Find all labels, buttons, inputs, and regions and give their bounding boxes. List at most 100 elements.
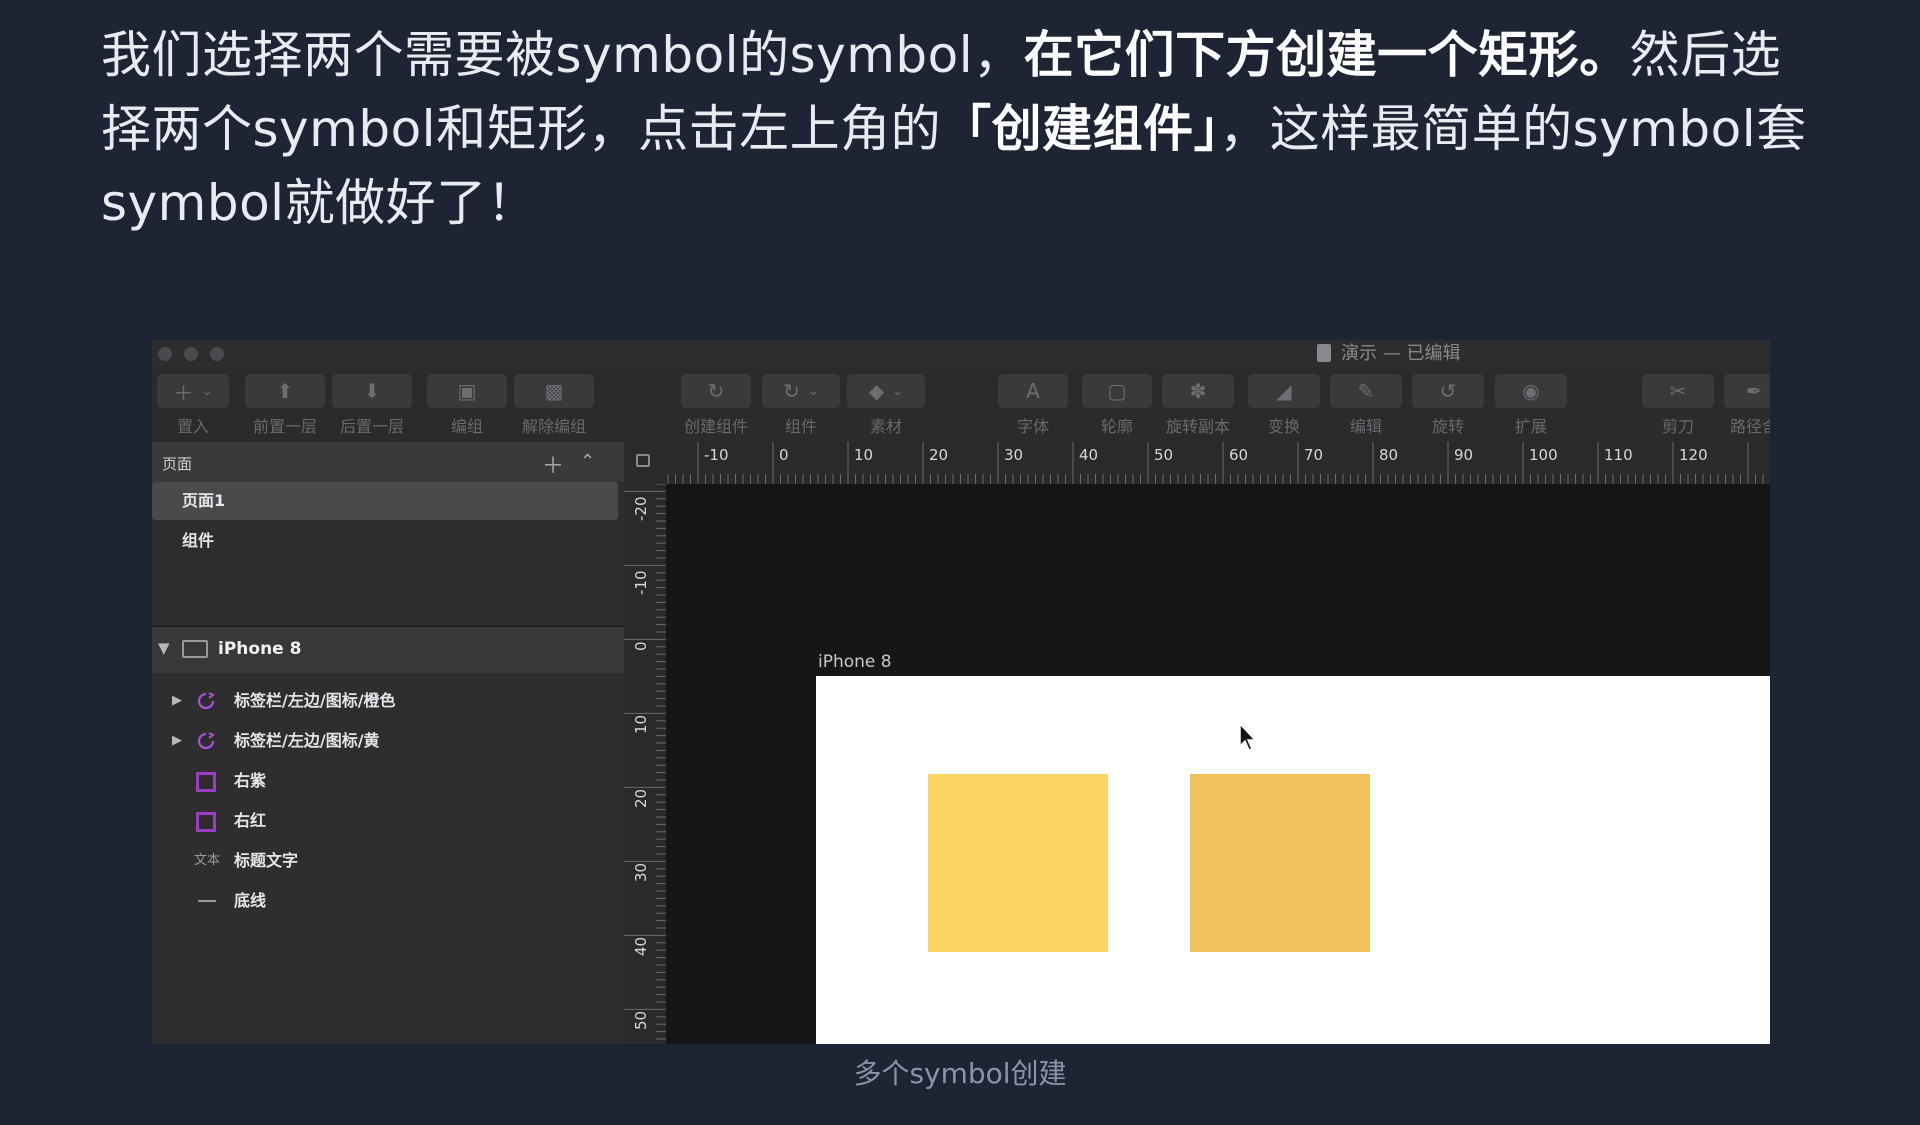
ruler-label: -10: [632, 571, 650, 596]
layer-symbol-orange[interactable]: ▶ 标签栏/左边/图标/橙色: [152, 682, 624, 720]
article-text-bold-1: 在它们下方创建一个矩形。: [1023, 26, 1630, 84]
toolbar-flatten-button[interactable]: ◉ 扩展: [1495, 374, 1567, 437]
toolbar-outline-button[interactable]: ▢ 轮廓: [1082, 374, 1152, 437]
page-item-1[interactable]: 页面1: [152, 482, 618, 520]
vertical-ruler: -20 -10 0 10 20 30 40 50: [624, 484, 667, 1044]
toolbar-plus-button[interactable]: ＋ ⌄ 置入: [157, 374, 229, 437]
minimize-window-button[interactable]: [184, 347, 198, 361]
layer-shape-purple[interactable]: 右紫: [152, 762, 624, 800]
chevron-down-icon[interactable]: ⌄: [202, 384, 213, 399]
toolbar-label: 旋转副本: [1165, 417, 1230, 436]
toolbar-transform-button[interactable]: ◢ 变换: [1248, 374, 1320, 437]
toolbar-button-face[interactable]: ◢: [1248, 374, 1320, 408]
artboard[interactable]: [816, 676, 1770, 1044]
ruler-label: -20: [632, 497, 650, 522]
toolbar-rotate-button[interactable]: ↺ 旋转: [1412, 374, 1484, 437]
toolbar-button-face[interactable]: ◉: [1495, 374, 1567, 408]
toolbar-rotate-copies-button[interactable]: ✽ 旋转副本: [1162, 374, 1234, 437]
disclosure-closed-icon[interactable]: ▶: [172, 722, 182, 760]
chevron-down-icon[interactable]: ⌄: [808, 384, 819, 399]
canvas[interactable]: iPhone 8: [666, 484, 1770, 1044]
ruler-label: 0: [632, 641, 650, 651]
rotate-icon: ↺: [1439, 379, 1457, 403]
layer-label: 标题文字: [234, 851, 299, 870]
ruler-label: 30: [1004, 446, 1023, 464]
toolbar-button-face[interactable]: ✒: [1724, 374, 1770, 408]
toolbar-label: 前置一层: [252, 417, 317, 436]
ruler-label: 40: [1079, 446, 1098, 464]
layer-artboard-iphone8[interactable]: ▼ iPhone 8: [152, 627, 624, 673]
toolbar-button-face[interactable]: ◆ ⌄: [847, 374, 925, 408]
toolbar-layers-button[interactable]: ◆ ⌄ 素材: [847, 374, 925, 437]
toolbar-scissors-button[interactable]: ✂ 剪刀: [1642, 374, 1714, 437]
toolbar-button-face[interactable]: ✂: [1642, 374, 1714, 408]
toolbar-button-face[interactable]: A: [998, 374, 1068, 408]
artboard-title[interactable]: iPhone 8: [818, 652, 892, 672]
toolbar-ungroup-button[interactable]: ▩ 解除编组: [514, 374, 594, 437]
close-window-button[interactable]: [158, 347, 172, 361]
toolbar-button-face[interactable]: ↺: [1412, 374, 1484, 408]
toolbar-path-button[interactable]: ✒ 路径含: [1724, 374, 1770, 437]
layer-line-bottom[interactable]: 底线: [152, 882, 624, 920]
ruler-label: 10: [854, 446, 873, 464]
disclosure-open-icon[interactable]: ▼: [158, 639, 170, 657]
toolbar-label: 置入: [176, 417, 209, 436]
toolbar-symbols-button[interactable]: ↻ ⌄ 组件: [762, 374, 840, 437]
toolbar-button-face[interactable]: ✽: [1162, 374, 1234, 408]
toolbar: ＋ ⌄ 置入 ⬆ 前置一层 ⬇ 后置一层 ▣ 编组 ▩ 解除编组 ↻ 创建组件 ↻ ⌄ 组件 ◆ ⌄ 素材 A 字体 ▢ 轮…: [152, 374, 1770, 436]
flatten-icon: ◉: [1522, 379, 1540, 403]
symbol-icon: [197, 692, 215, 710]
figure-caption: 多个symbol创建: [853, 1057, 1067, 1090]
toolbar-button-face[interactable]: ▢: [1082, 374, 1152, 408]
toolbar-button-face[interactable]: ↻ ⌄: [762, 374, 840, 408]
ruler-label: -10: [704, 446, 729, 464]
toolbar-bring-forward-button[interactable]: ⬆ 前置一层: [245, 374, 325, 437]
toolbar-group-button[interactable]: ▣ 编组: [427, 374, 507, 437]
toolbar-label: 剪刀: [1661, 417, 1694, 436]
toolbar-button-face[interactable]: ▣: [427, 374, 507, 408]
pages-header-label: 页面: [162, 455, 193, 473]
layers-icon: ◆: [868, 379, 885, 403]
symbol-square-yellow[interactable]: [928, 774, 1108, 952]
collapse-pages-icon[interactable]: ⌃: [580, 451, 595, 472]
toolbar-button-face[interactable]: ▩: [514, 374, 594, 408]
toolbar-label: 创建组件: [683, 417, 748, 436]
chevron-down-icon[interactable]: ⌄: [892, 384, 903, 399]
toolbar-button-face[interactable]: ✎: [1330, 374, 1402, 408]
toolbar-button-face[interactable]: ↻: [681, 374, 751, 408]
window-title-text: 演示 — 已编辑: [1341, 343, 1461, 364]
ruler-label: 110: [1604, 446, 1633, 464]
toolbar-create-symbol-button[interactable]: ↻ 创建组件: [681, 374, 751, 437]
line-layer-icon: [198, 900, 216, 902]
toolbar-edit-button[interactable]: ✎ 编辑: [1330, 374, 1402, 437]
layer-text-title[interactable]: 文本 标题文字: [152, 842, 624, 880]
toolbar-label: 组件: [784, 417, 817, 436]
toolbar-font-button[interactable]: A 字体: [998, 374, 1068, 437]
ruler-label: 0: [779, 446, 789, 464]
disclosure-closed-icon[interactable]: ▶: [172, 682, 182, 720]
layer-shape-red[interactable]: 右红: [152, 802, 624, 840]
mouse-cursor-icon: [1239, 722, 1257, 751]
page-item-symbols[interactable]: 组件: [152, 522, 618, 560]
layer-label: 右紫: [234, 771, 267, 790]
toolbar-button-face[interactable]: ⬇: [332, 374, 412, 408]
zoom-window-button[interactable]: [210, 347, 224, 361]
toolbar-label: 解除编组: [521, 417, 586, 436]
toolbar-label: 后置一层: [339, 417, 404, 436]
ruler-label: 60: [1229, 446, 1248, 464]
ruler-label: 70: [1304, 446, 1323, 464]
bring-forward-icon: ⬆: [276, 379, 294, 403]
add-page-icon[interactable]: ＋: [542, 448, 564, 480]
symbol-square-orange[interactable]: [1190, 774, 1370, 952]
window-title: 演示 — 已编辑: [1317, 340, 1460, 368]
page-item-label: 组件: [182, 531, 215, 550]
toolbar-button-face[interactable]: ＋ ⌄: [157, 374, 229, 408]
toolbar-label: 编辑: [1349, 417, 1382, 436]
ruler-label: 100: [1529, 446, 1558, 464]
toolbar-send-backward-button[interactable]: ⬇ 后置一层: [332, 374, 412, 437]
ruler-label: 90: [1454, 446, 1473, 464]
layer-symbol-yellow[interactable]: ▶ 标签栏/左边/图标/黄: [152, 722, 624, 760]
layer-label: 标签栏/左边/图标/黄: [234, 731, 380, 750]
toolbar-button-face[interactable]: ⬆: [245, 374, 325, 408]
toolbar-label: 轮廓: [1100, 417, 1133, 436]
